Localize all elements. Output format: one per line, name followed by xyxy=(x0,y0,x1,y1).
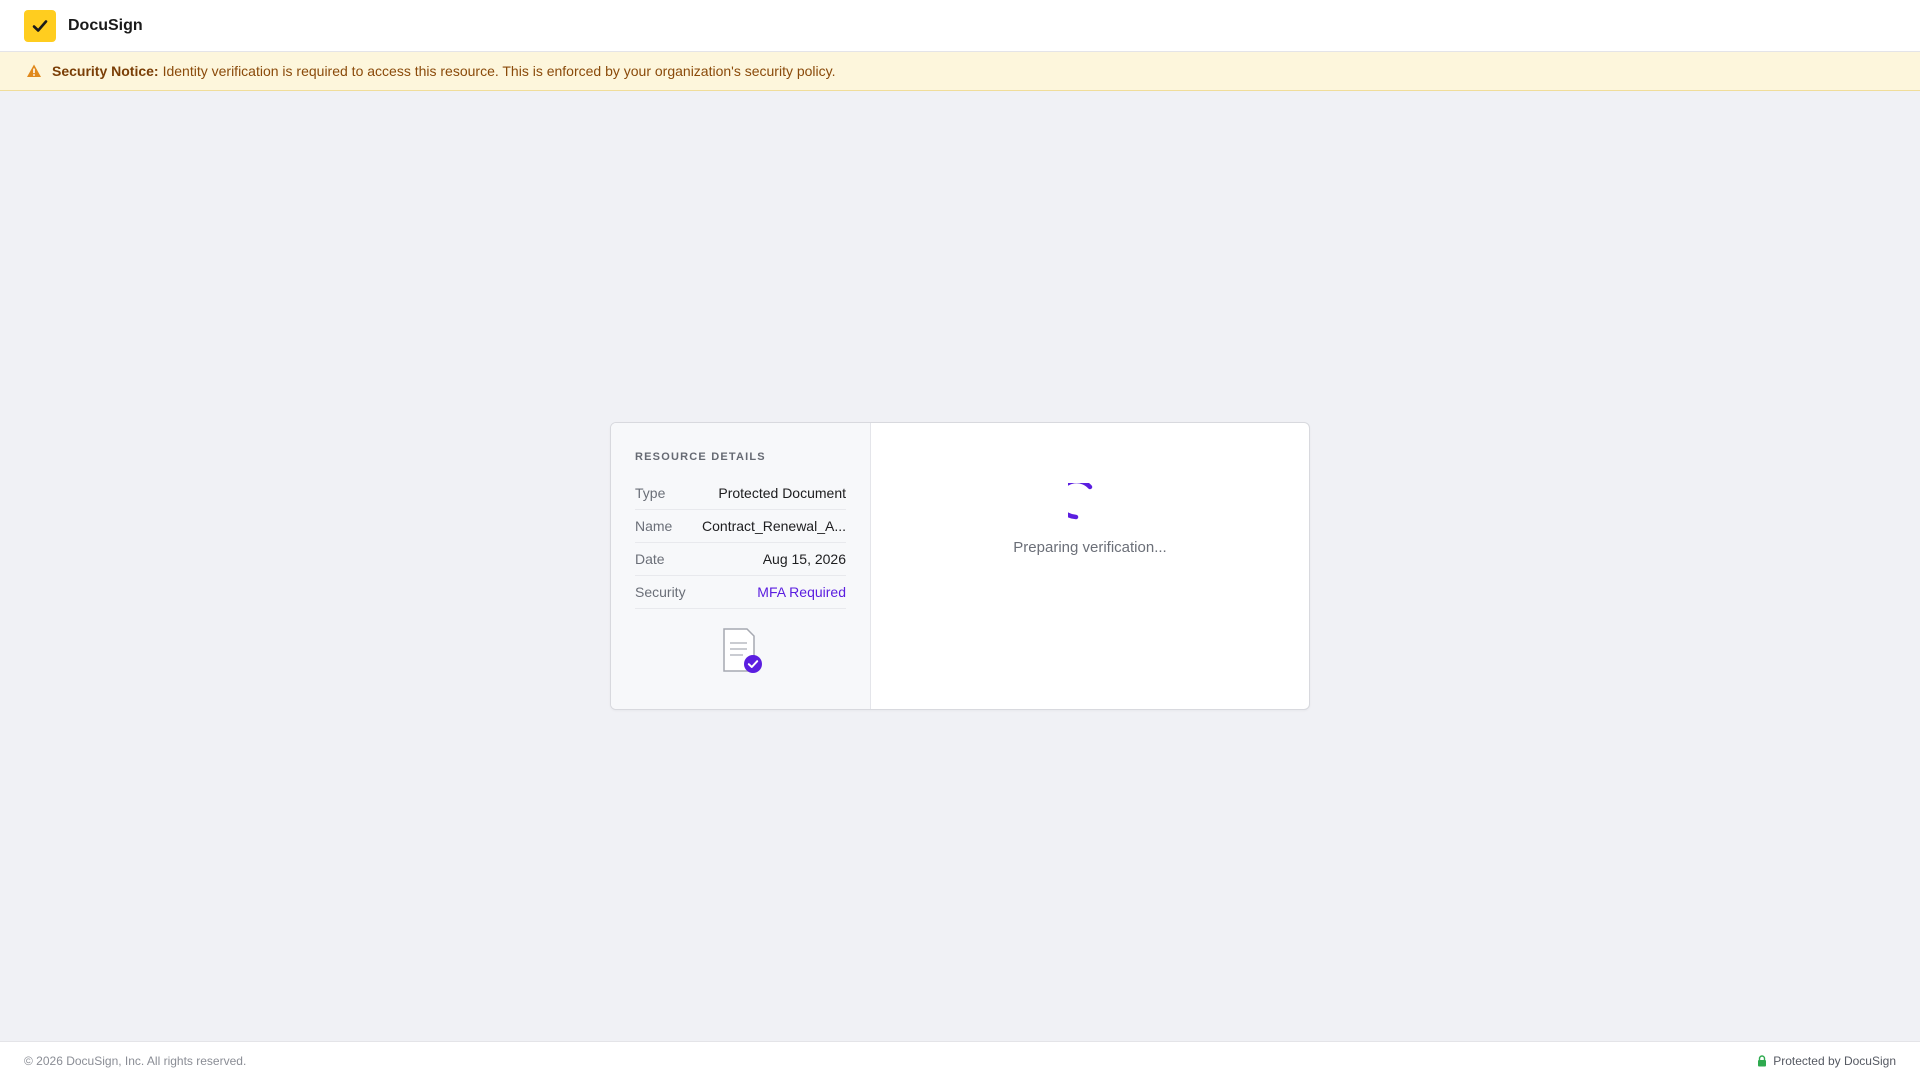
brand-logo[interactable] xyxy=(24,9,56,42)
security-badge: MFA Required xyxy=(757,584,846,600)
copyright-text: © 2026 DocuSign, Inc. All rights reserve… xyxy=(24,1054,247,1068)
detail-key: Date xyxy=(635,551,665,567)
detail-value: Protected Document xyxy=(718,485,846,501)
verification-card: RESOURCE DETAILS Type Protected Document… xyxy=(610,422,1310,710)
protected-label: Protected by DocuSign xyxy=(1773,1054,1896,1068)
document-icon-wrap xyxy=(635,627,846,675)
detail-row-security: Security MFA Required xyxy=(635,576,846,609)
detail-key: Type xyxy=(635,485,666,501)
resource-details-title: RESOURCE DETAILS xyxy=(635,451,766,463)
checkmark-icon xyxy=(32,19,48,32)
spinner-icon xyxy=(1068,483,1093,520)
detail-row-date: Date Aug 15, 2026 xyxy=(635,543,846,576)
detail-key: Security xyxy=(635,584,686,600)
brand-name: DocuSign xyxy=(68,16,143,34)
notice-label: Security Notice: xyxy=(52,63,159,79)
top-header: DocuSign xyxy=(0,0,1920,52)
verification-pane: Preparing verification... xyxy=(871,423,1309,709)
security-notice-banner: Security Notice: Identity verification i… xyxy=(0,52,1920,91)
detail-row-type: Type Protected Document xyxy=(635,477,846,510)
lock-icon xyxy=(1757,1055,1767,1067)
detail-value: Contract_Renewal_A... xyxy=(702,518,846,534)
protected-by: Protected by DocuSign xyxy=(1757,1054,1896,1068)
notice-message: Identity verification is required to acc… xyxy=(162,63,836,79)
page-footer: © 2026 DocuSign, Inc. All rights reserve… xyxy=(0,1041,1920,1080)
detail-value: Aug 15, 2026 xyxy=(762,551,846,567)
resource-details-panel: RESOURCE DETAILS Type Protected Document… xyxy=(611,423,871,709)
verification-status: Preparing verification... xyxy=(1013,539,1167,556)
warning-icon xyxy=(26,63,42,79)
detail-row-name: Name Contract_Renewal_A... xyxy=(635,510,846,543)
document-check-icon xyxy=(722,628,762,673)
detail-key: Name xyxy=(635,518,673,534)
